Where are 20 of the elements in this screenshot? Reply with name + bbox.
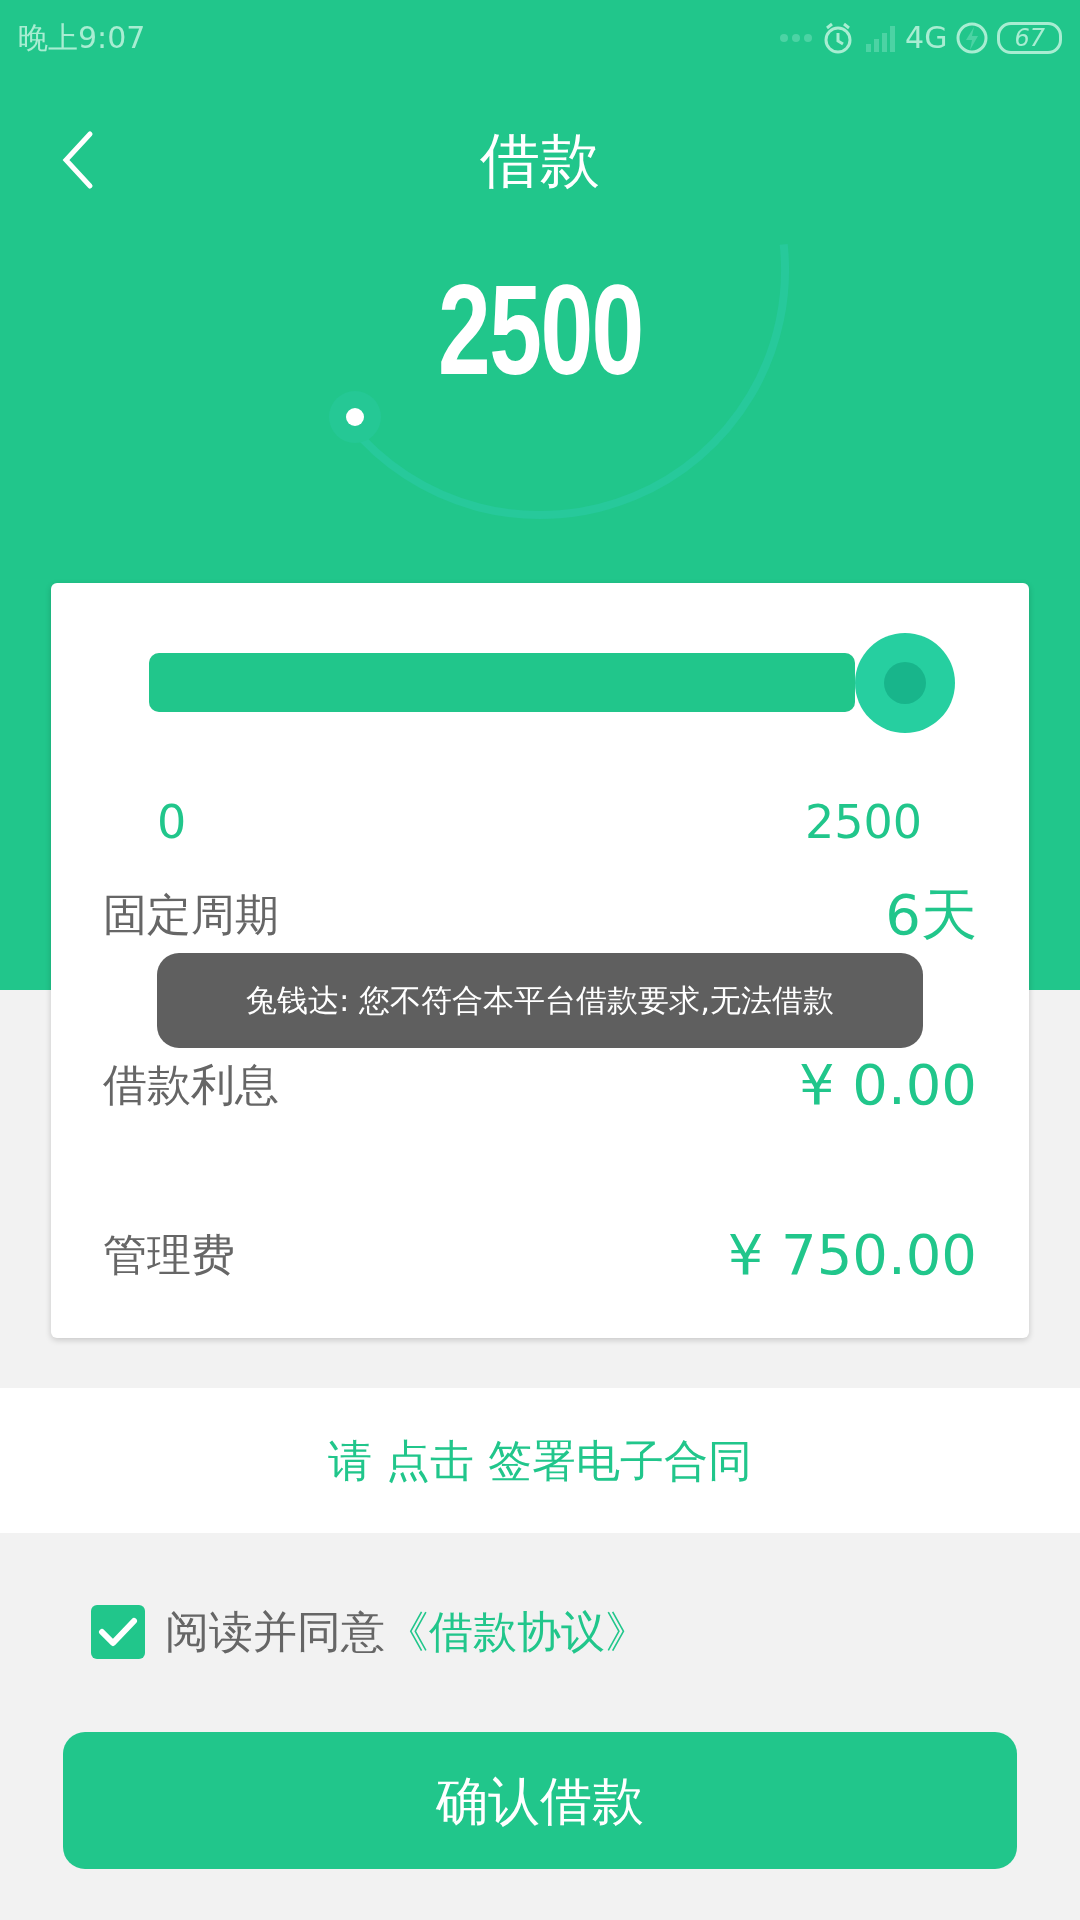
confirm-button[interactable]: 确认借款 (63, 1732, 1017, 1869)
agreement-text: 阅读并同意 (165, 1605, 385, 1659)
sign-contract-link[interactable]: 请 点击 签署电子合同 (328, 1427, 752, 1494)
page-title: 借款 (480, 130, 600, 190)
slider-min-label: 0 (157, 794, 187, 851)
loan-amount: 2500 (437, 275, 643, 385)
row-value: ¥ 750.00 (727, 1221, 977, 1289)
row-value: 6天 (885, 881, 977, 949)
agree-checkbox[interactable] (91, 1605, 145, 1659)
row-label: 借款利息 (103, 1058, 279, 1112)
charging-icon (955, 20, 990, 55)
slider-max-label: 2500 (804, 794, 922, 851)
row-label: 固定周期 (103, 888, 279, 942)
battery-level: 67 (997, 21, 1062, 54)
error-toast: 兔钱达: 您不符合本平台借款要求,无法借款 (157, 953, 923, 1048)
network-type: 4G (905, 19, 948, 57)
row-value: ¥ 0.00 (798, 1051, 977, 1119)
status-time: 晚上9:07 (18, 19, 146, 57)
agreement-link[interactable]: 《借款协议》 (385, 1599, 649, 1665)
row-label: 管理费 (103, 1228, 235, 1282)
